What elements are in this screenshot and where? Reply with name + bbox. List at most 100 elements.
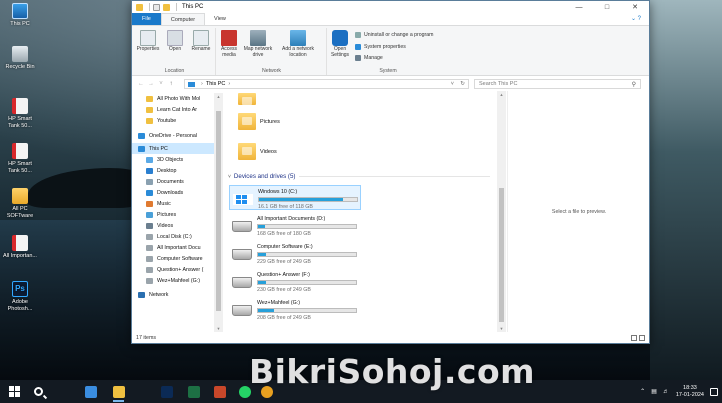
drive-item[interactable]: All Important Documents (D:) 168 GB free … <box>229 213 361 238</box>
rename-button[interactable]: Rename <box>188 30 214 53</box>
drive-item[interactable]: Wez+Mahfeel (G:) 208 GB free of 249 GB <box>229 297 361 322</box>
devices-section-header[interactable]: ˅ Devices and drives (5) <box>228 173 490 180</box>
gear-icon <box>332 30 348 46</box>
folder-item-videos[interactable]: Videos <box>238 143 277 160</box>
tab-computer[interactable]: Computer <box>160 13 206 25</box>
forward-button[interactable]: → <box>146 81 156 87</box>
access-media-button[interactable]: Access media <box>217 30 241 59</box>
tab-file[interactable]: File <box>132 13 161 25</box>
help-icon[interactable]: ⌄ ? <box>631 13 641 25</box>
tab-view[interactable]: View <box>205 13 235 25</box>
clock[interactable]: 18:33 17-01-2024 <box>676 385 704 399</box>
maximize-button[interactable]: □ <box>593 1 621 13</box>
navigation-scrollbar[interactable]: ▲ ▼ <box>214 93 223 332</box>
sidebar-item-label: OneDrive - Personal <box>149 132 197 139</box>
properties-icon[interactable] <box>153 3 160 11</box>
sidebar-item[interactable]: Question+ Answer ( <box>132 264 214 275</box>
desktop-icon-hp-smart-2[interactable]: HP Smart Tank 50... <box>3 143 37 174</box>
search-input[interactable]: Search This PC ⚲ <box>474 79 641 89</box>
large-icons-view-icon[interactable] <box>639 335 645 341</box>
scroll-down-icon[interactable]: ▼ <box>497 326 506 331</box>
sidebar-item[interactable]: OneDrive - Personal <box>132 130 214 141</box>
scroll-thumb[interactable] <box>499 188 504 322</box>
open-button[interactable]: Open <box>164 30 186 53</box>
sidebar-item[interactable]: Documents <box>132 176 214 187</box>
new-folder-icon[interactable] <box>163 3 170 11</box>
folder-item-pictures[interactable]: Pictures <box>238 113 280 130</box>
map-network-drive-button[interactable]: Map network drive <box>243 30 273 59</box>
folder-item[interactable] <box>238 93 260 105</box>
uninstall-program-button[interactable]: Uninstall or change a program <box>355 32 434 38</box>
title-bar[interactable]: This PC — □ ✕ <box>132 1 649 13</box>
taskbar-app-file-explorer[interactable] <box>110 383 127 402</box>
sidebar-item-label: Network <box>149 291 169 298</box>
sidebar-item[interactable]: All Photo With Mol <box>132 93 214 104</box>
content-scrollbar[interactable]: ▲ ▼ <box>497 91 506 332</box>
taskbar-app-photoshop[interactable] <box>158 383 175 400</box>
details-view-icon[interactable] <box>631 335 637 341</box>
add-network-location-button[interactable]: Add a network location <box>275 30 321 59</box>
refresh-icon[interactable]: ↻ <box>460 81 465 87</box>
ribbon-group-system: Open Settings Uninstall or change a prog… <box>328 28 448 75</box>
desktop-icon-recycle-bin[interactable]: Recycle Bin <box>3 46 37 71</box>
sidebar-item[interactable]: Videos <box>132 220 214 231</box>
desktop-icon-label: HP Smart Tank 50... <box>8 161 32 174</box>
address-bar[interactable]: › This PC › ˅ ↻ <box>184 79 469 89</box>
desktop-icon-this-pc[interactable]: This PC <box>3 3 37 28</box>
manage-button[interactable]: Manage <box>355 55 383 61</box>
taskbar-app-excel[interactable] <box>185 383 202 400</box>
back-button[interactable]: ← <box>136 81 146 87</box>
close-button[interactable]: ✕ <box>621 1 649 13</box>
notification-icon[interactable] <box>710 387 718 396</box>
preview-pane: Select a file to preview. <box>507 91 649 332</box>
system-properties-button[interactable]: System properties <box>355 44 406 50</box>
scroll-thumb[interactable] <box>216 111 221 311</box>
sidebar-item[interactable]: Computer Software <box>132 253 214 264</box>
chevron-up-icon[interactable]: ⌃ <box>640 388 645 395</box>
access-media-label: Access media <box>220 46 238 58</box>
hard-drive-icon <box>232 221 252 232</box>
open-settings-button[interactable]: Open Settings <box>328 30 352 59</box>
volume-icon[interactable]: ♬ <box>663 389 669 395</box>
scroll-up-icon[interactable]: ▲ <box>497 92 506 97</box>
desktop-icon-hp-smart-1[interactable]: HP Smart Tank 50... <box>3 98 37 129</box>
up-button[interactable]: ↑ <box>166 81 176 87</box>
desktop-icon-all-important[interactable]: All Importan... <box>3 235 37 260</box>
start-button[interactable] <box>6 383 23 400</box>
sidebar-item[interactable]: Music <box>132 198 214 209</box>
scroll-up-icon[interactable]: ▲ <box>214 94 223 99</box>
properties-button[interactable]: Properties <box>135 30 161 53</box>
folder-icon <box>12 188 28 204</box>
sidebar-item[interactable]: Desktop <box>132 165 214 176</box>
view-toggles <box>629 335 645 341</box>
sidebar-item[interactable]: 3D Objects <box>132 154 214 165</box>
minimize-button[interactable]: — <box>565 1 593 13</box>
recent-locations-button[interactable]: ˅ <box>156 81 166 87</box>
search-button[interactable] <box>30 383 47 400</box>
chevron-down-icon[interactable]: ˅ <box>451 81 454 87</box>
desktop-icon-all-pc-software[interactable]: All PC SOFTware <box>3 188 37 219</box>
sidebar-item[interactable]: This PC <box>132 143 214 154</box>
desktop-icon-photoshop[interactable]: Ps Adobe Photosh... <box>3 281 37 312</box>
properties-icon <box>140 30 156 46</box>
drive-item[interactable]: Windows 10 (C:) 16.1 GB free of 118 GB <box>229 185 361 210</box>
sidebar-item[interactable]: Youtube <box>132 115 214 126</box>
scroll-down-icon[interactable]: ▼ <box>214 326 223 331</box>
taskbar-app-powerpoint[interactable] <box>211 383 228 400</box>
navigation-pane: All Photo With Mol Learn Cat Into Ar Youtu… <box>132 93 214 332</box>
drive-item[interactable]: Computer Software (E:) 229 GB free of 249… <box>229 241 361 266</box>
sidebar-item[interactable]: Network <box>132 289 214 300</box>
file-explorer-window[interactable]: This PC — □ ✕ File Computer View ⌄ ? Pro… <box>131 0 650 344</box>
drive-name: Computer Software (E:) <box>257 244 313 250</box>
sidebar-item[interactable]: Local Disk (C:) <box>132 231 214 242</box>
network-icon[interactable]: ▤ <box>651 388 657 395</box>
folder-icon[interactable] <box>136 3 143 11</box>
sidebar-item[interactable]: Wez+Mahfeel (G:) <box>132 275 214 286</box>
sidebar-item[interactable]: Downloads <box>132 187 214 198</box>
sidebar-item[interactable]: Pictures <box>132 209 214 220</box>
taskbar-app-task-view[interactable] <box>82 383 99 400</box>
chevron-down-icon[interactable]: ˅ <box>228 174 231 180</box>
sidebar-item[interactable]: Learn Cat Into Ar <box>132 104 214 115</box>
sidebar-item[interactable]: All Important Docu <box>132 242 214 253</box>
drive-item[interactable]: Question+ Answer (F:) 230 GB free of 249 … <box>229 269 361 294</box>
